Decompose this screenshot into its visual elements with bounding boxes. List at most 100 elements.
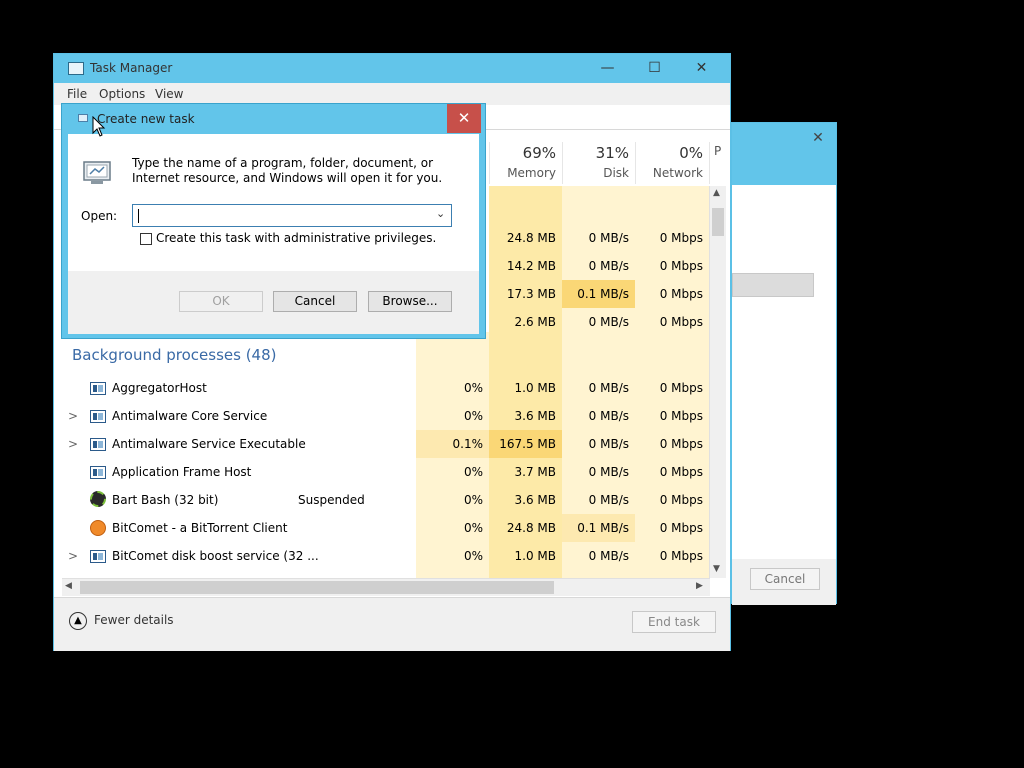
disk-label: Disk <box>603 166 629 180</box>
gear-app-icon <box>90 491 106 507</box>
scroll-down-arrow-icon[interactable]: ▼ <box>713 564 720 574</box>
network-cell: 0 Mbps <box>659 465 703 479</box>
dialog-button-bar: OK Cancel Browse... <box>68 271 479 334</box>
text-cursor <box>138 209 139 223</box>
expand-chevron-icon[interactable]: > <box>68 402 78 430</box>
ok-button[interactable]: OK <box>179 291 263 312</box>
window-title: Task Manager <box>90 61 173 75</box>
close-button[interactable]: ✕ <box>679 54 724 83</box>
memory-cell: 17.3 MB <box>506 287 556 301</box>
disk-cell: 0 MB/s <box>588 381 629 395</box>
maximize-button[interactable]: ☐ <box>632 54 677 83</box>
background-window-close-button[interactable]: ✕ <box>799 123 837 153</box>
create-new-task-dialog: Create new task ✕ Type the name of a pro… <box>61 103 486 339</box>
process-name: AggregatorHost <box>112 381 207 395</box>
process-window-icon <box>90 550 106 563</box>
column-header-disk[interactable]: 31% Disk <box>562 142 635 184</box>
network-cell: 0 Mbps <box>659 409 703 423</box>
disk-percent: 31% <box>595 144 629 162</box>
process-name: Antimalware Service Executable <box>112 437 306 451</box>
column-header-network[interactable]: 0% Network <box>635 142 709 184</box>
background-window: ✕ Cancel <box>731 122 837 605</box>
dialog-body: Type the name of a program, folder, docu… <box>68 134 479 334</box>
network-cell: 0 Mbps <box>659 521 703 535</box>
memory-cell: 2.6 MB <box>514 315 556 329</box>
scroll-left-arrow-icon[interactable]: ◀ <box>65 581 72 591</box>
end-task-button[interactable]: End task <box>632 611 716 633</box>
process-window-icon <box>90 438 106 451</box>
menu-options[interactable]: Options <box>99 87 145 101</box>
menu-view[interactable]: View <box>155 87 183 101</box>
memory-cell: 24.8 MB <box>506 231 556 245</box>
open-label: Open: <box>81 209 118 223</box>
dialog-title: Create new task <box>97 112 195 126</box>
cpu-cell: 0% <box>463 381 483 395</box>
cpu-cell: 0% <box>463 409 483 423</box>
expand-chevron-icon[interactable]: > <box>68 542 78 570</box>
scroll-right-arrow-icon[interactable]: ▶ <box>696 581 703 591</box>
cancel-button[interactable]: Cancel <box>273 291 357 312</box>
network-cell: 0 Mbps <box>659 259 703 273</box>
browse-button[interactable]: Browse... <box>368 291 452 312</box>
memory-percent: 69% <box>522 144 556 162</box>
memory-cell: 3.6 MB <box>514 409 556 423</box>
vertical-scroll-thumb[interactable] <box>712 208 724 236</box>
dialog-description: Type the name of a program, folder, docu… <box>132 156 443 185</box>
process-name: BitComet disk boost service (32 ... <box>112 549 319 563</box>
network-cell: 0 Mbps <box>659 381 703 395</box>
network-cell: 0 Mbps <box>659 315 703 329</box>
task-manager-icon <box>68 62 84 75</box>
scroll-up-arrow-icon[interactable]: ▲ <box>713 188 720 198</box>
process-name: BitComet - a BitTorrent Client <box>112 521 288 535</box>
open-combobox[interactable]: ⌄ <box>132 204 452 227</box>
dialog-title-icon <box>78 114 88 122</box>
task-manager-titlebar: Task Manager — ☐ ✕ <box>54 54 730 83</box>
background-window-banner <box>732 153 836 185</box>
background-processes-heading: Background processes (48) <box>72 346 277 364</box>
column-header-power[interactable]: P <box>709 142 725 184</box>
horizontal-scroll-thumb[interactable] <box>80 581 554 594</box>
network-percent: 0% <box>679 144 703 162</box>
cpu-cell: 0% <box>463 465 483 479</box>
mouse-pointer-icon <box>92 116 106 137</box>
vertical-scrollbar[interactable]: ▲ ▼ <box>709 186 726 578</box>
disk-cell: 0 MB/s <box>588 315 629 329</box>
bitcomet-icon <box>90 520 106 536</box>
disk-cell: 0 MB/s <box>588 231 629 245</box>
run-program-icon <box>82 158 114 186</box>
disk-cell: 0 MB/s <box>588 437 629 451</box>
expand-chevron-icon[interactable]: > <box>68 430 78 458</box>
memory-cell: 3.6 MB <box>514 493 556 507</box>
cpu-cell: 0% <box>463 521 483 535</box>
horizontal-scrollbar[interactable]: ◀ ▶ <box>62 578 710 596</box>
process-name: Bart Bash (32 bit) <box>112 493 219 507</box>
network-cell: 0 Mbps <box>659 231 703 245</box>
memory-cell: 24.8 MB <box>506 521 556 535</box>
network-cell: 0 Mbps <box>659 493 703 507</box>
fewer-details-link[interactable]: Fewer details <box>94 613 174 627</box>
process-window-icon <box>90 382 106 395</box>
minimize-button[interactable]: — <box>585 54 630 83</box>
background-window-progress <box>732 273 814 297</box>
disk-cell: 0 MB/s <box>588 465 629 479</box>
column-header-memory[interactable]: 69% Memory <box>489 142 562 184</box>
cpu-cell: 0% <box>463 549 483 563</box>
disk-cell: 0 MB/s <box>588 409 629 423</box>
power-label: P <box>714 144 722 158</box>
network-label: Network <box>652 166 703 180</box>
chevron-down-icon[interactable]: ⌄ <box>436 207 445 220</box>
memory-cell: 3.7 MB <box>514 465 556 479</box>
network-cell: 0 Mbps <box>659 437 703 451</box>
background-window-cancel-button[interactable]: Cancel <box>750 568 820 590</box>
disk-cell: 0 MB/s <box>588 493 629 507</box>
chevron-up-icon[interactable]: ▲ <box>69 612 87 630</box>
disk-cell: 0.1 MB/s <box>577 287 629 301</box>
network-cell: 0 Mbps <box>659 549 703 563</box>
process-window-icon <box>90 410 106 423</box>
dialog-close-button[interactable]: ✕ <box>447 104 481 133</box>
network-cell: 0 Mbps <box>659 287 703 301</box>
admin-checkbox[interactable] <box>140 233 152 245</box>
cpu-cell: 0.1% <box>452 437 484 451</box>
menu-file[interactable]: File <box>67 87 87 101</box>
disk-cell: 0.1 MB/s <box>562 514 635 542</box>
